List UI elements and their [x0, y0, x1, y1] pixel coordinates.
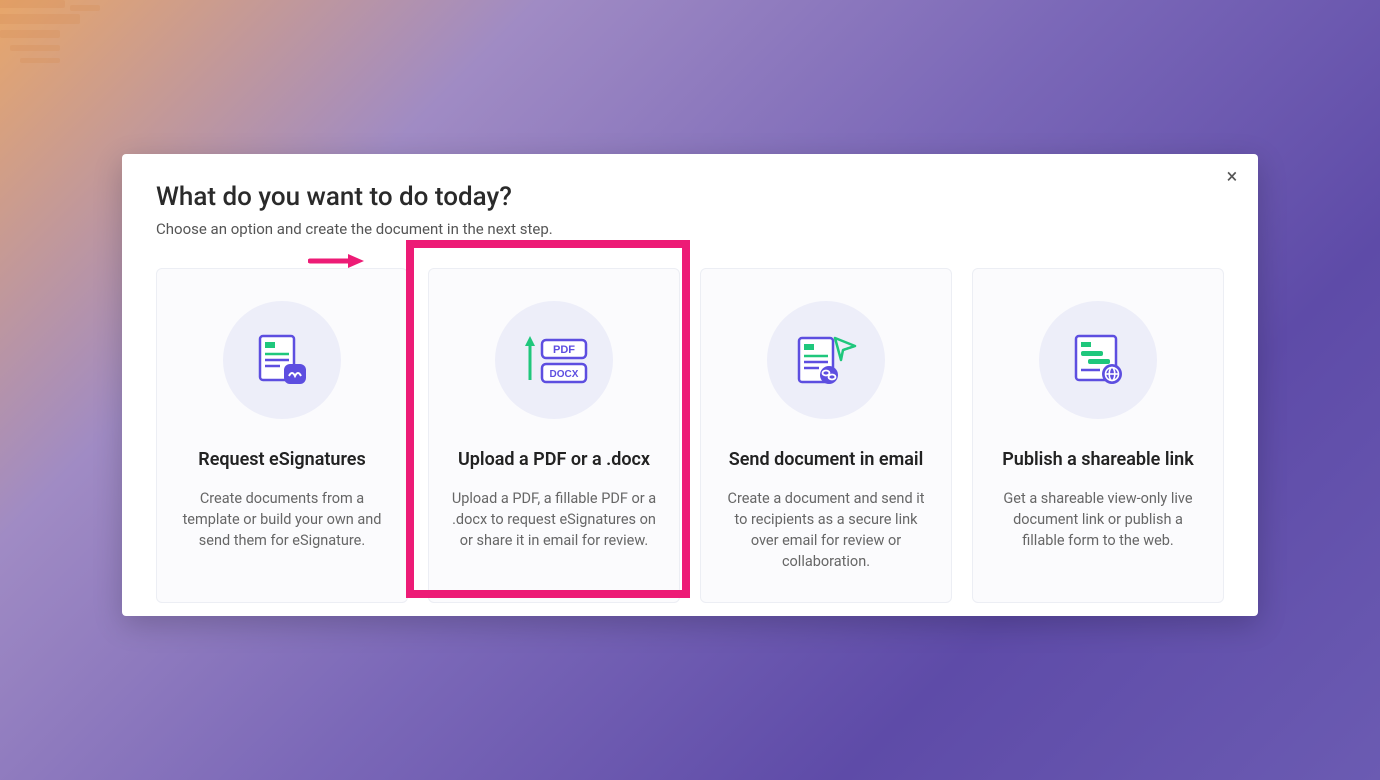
modal-subtitle: Choose an option and create the document…: [156, 220, 1224, 238]
option-description: Upload a PDF, a fillable PDF or a .docx …: [451, 488, 657, 551]
option-description: Create documents from a template or buil…: [179, 488, 385, 551]
option-description: Create a document and send it to recipie…: [723, 488, 929, 572]
upload-pdf-docx-icon: PDF DOCX: [495, 301, 613, 419]
option-request-esignatures[interactable]: Request eSignatures Create documents fro…: [156, 268, 408, 603]
option-title: Request eSignatures: [179, 449, 385, 470]
svg-text:DOCX: DOCX: [550, 369, 579, 380]
send-document-email-icon: [767, 301, 885, 419]
option-send-document-email[interactable]: Send document in email Create a document…: [700, 268, 952, 603]
publish-shareable-link-icon: [1039, 301, 1157, 419]
option-publish-shareable-link[interactable]: Publish a shareable link Get a shareable…: [972, 268, 1224, 603]
options-row: Request eSignatures Create documents fro…: [156, 268, 1224, 603]
option-title: Upload a PDF or a .docx: [451, 449, 657, 470]
option-upload-pdf-docx[interactable]: PDF DOCX Upload a PDF or a .docx Upload …: [428, 268, 680, 603]
option-description: Get a shareable view-only live document …: [995, 488, 1201, 551]
modal-dialog: × What do you want to do today? Choose a…: [122, 154, 1258, 616]
close-icon: ×: [1227, 164, 1238, 188]
close-button[interactable]: ×: [1220, 164, 1244, 188]
option-title: Send document in email: [723, 449, 929, 470]
request-esignatures-icon: [223, 301, 341, 419]
option-title: Publish a shareable link: [995, 449, 1201, 470]
svg-text:PDF: PDF: [553, 344, 575, 356]
background-decoration: [0, 0, 150, 90]
modal-title: What do you want to do today?: [156, 182, 1224, 212]
